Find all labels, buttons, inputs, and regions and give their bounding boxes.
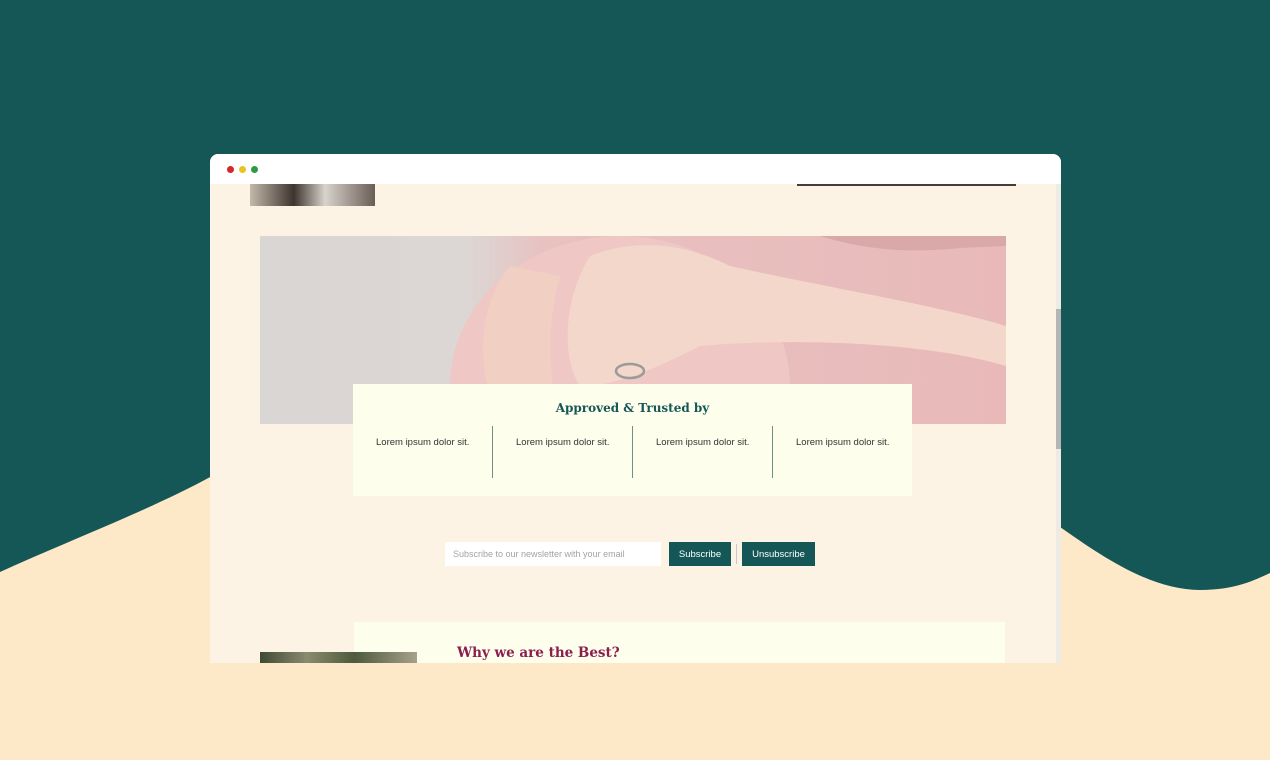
trusted-by-list: Lorem ipsum dolor sit. Lorem ipsum dolor… — [353, 426, 912, 478]
why-best-photo — [260, 652, 417, 663]
minimize-window-button[interactable] — [239, 166, 246, 173]
trusted-by-item: Lorem ipsum dolor sit. — [376, 437, 470, 448]
browser-window: Approved & Trusted by Lorem ipsum dolor … — [210, 154, 1061, 663]
trusted-by-item: Lorem ipsum dolor sit. — [492, 426, 632, 478]
trusted-by-title: Approved & Trusted by — [555, 401, 710, 415]
partial-photo-top-right — [797, 184, 1016, 186]
subscribe-button[interactable]: Subscribe — [669, 542, 731, 566]
close-window-button[interactable] — [227, 166, 234, 173]
why-best-title: Why we are the Best? — [457, 645, 620, 661]
button-divider — [736, 544, 737, 564]
why-best-card: Why we are the Best? — [354, 622, 1005, 663]
scrollbar-thumb[interactable] — [1056, 309, 1061, 449]
unsubscribe-button[interactable]: Unsubscribe — [742, 542, 815, 566]
newsletter-email-input[interactable] — [445, 542, 661, 566]
trusted-by-item: Lorem ipsum dolor sit. — [632, 426, 772, 478]
browser-titlebar — [210, 154, 1061, 184]
page-viewport: Approved & Trusted by Lorem ipsum dolor … — [210, 184, 1061, 663]
trusted-by-item: Lorem ipsum dolor sit. — [772, 426, 912, 478]
maximize-window-button[interactable] — [251, 166, 258, 173]
page-scrollbar[interactable] — [1056, 184, 1061, 663]
trusted-by-card: Approved & Trusted by Lorem ipsum dolor … — [353, 384, 912, 496]
newsletter-form: Subscribe Unsubscribe — [445, 542, 815, 566]
partial-photo-top-left — [250, 184, 375, 206]
